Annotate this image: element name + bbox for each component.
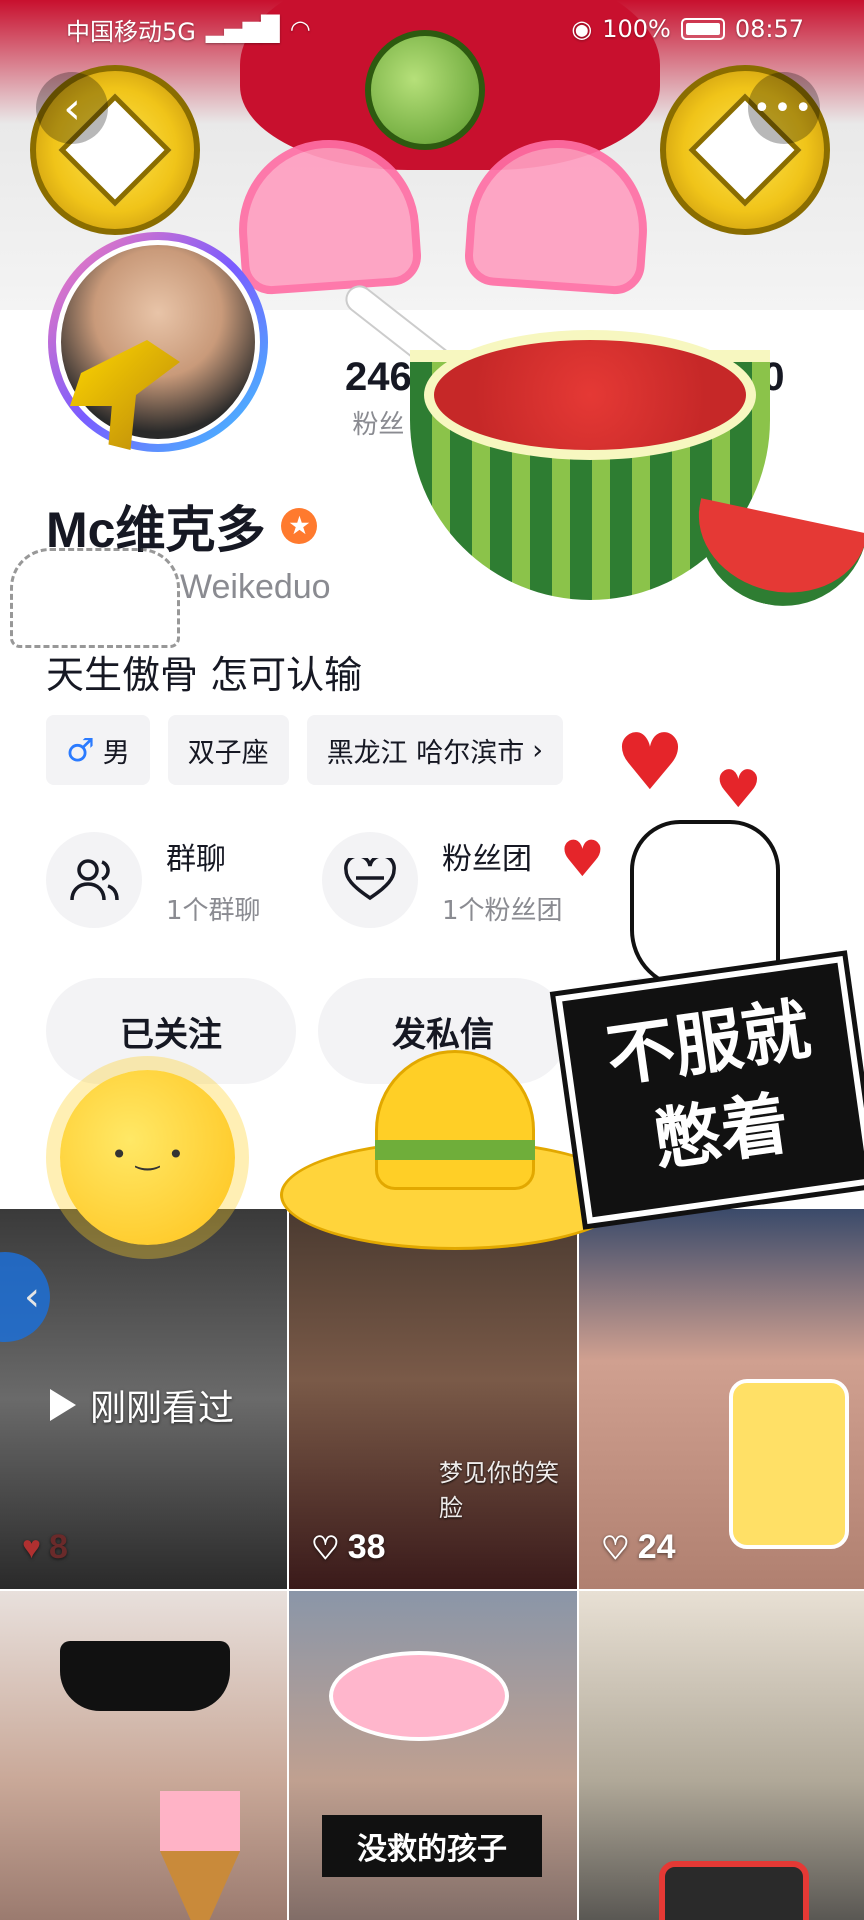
chevron-right-icon: › [532, 734, 544, 766]
tag-location-label: 黑龙江 哈尔滨市 [326, 737, 525, 769]
video-grid: 刚刚看过 ♥ 8 梦见你的笑脸 ♡ 38 ♡ 24 [0, 1209, 864, 1920]
profile-bio: 天生傲骨 怎可认输 [46, 653, 363, 697]
group-chat-title: 群聊 [166, 841, 226, 877]
group-chat-entry[interactable]: 群聊 1个群聊 [46, 832, 261, 928]
slogan-sticker: 不服就憋着 [555, 955, 864, 1225]
video-caption: 梦见你的笑脸 [439, 1459, 559, 1522]
more-dots-icon: ••• [752, 90, 816, 126]
video-likes: ♥ 8 [22, 1528, 68, 1567]
heart-outline-icon: ♡ [601, 1529, 630, 1566]
video-tile[interactable] [0, 1591, 287, 1920]
sun-sticker: • ‿ • [60, 1070, 235, 1245]
wifi-icon: ◠ [289, 15, 311, 43]
flamingo-float-sticker [329, 1651, 509, 1741]
video-tile[interactable]: 刚刚看过 ♥ 8 [0, 1209, 287, 1589]
sunglasses-sticker [60, 1641, 230, 1711]
heart-icon: ♥ [22, 1529, 41, 1565]
game-console-sticker [659, 1861, 809, 1920]
followed-button[interactable]: 已关注 [46, 978, 296, 1084]
clock: 08:57 [734, 15, 804, 43]
stat-fans-value: 246 [345, 355, 412, 399]
avatar[interactable] [48, 232, 268, 452]
status-bar: 中国移动5G ▂▄▆█ ◠ ◉ 100% 08:57 [0, 0, 864, 58]
heart-outline-icon: ♡ [311, 1529, 340, 1566]
just-viewed-label: 刚刚看过 [90, 1388, 235, 1429]
avatar-photo [56, 240, 260, 444]
lemonade-sticker [729, 1379, 849, 1549]
tag-gender: ♂ 男 [46, 715, 150, 785]
group-users-icon [46, 832, 142, 928]
verified-badge-icon[interactable]: ★ [281, 508, 318, 544]
heart-sticker-3: ♥ [560, 830, 605, 888]
eye-icon: ◉ [571, 15, 593, 43]
tag-zodiac: 双子座 [167, 715, 289, 785]
fan-club-heart-icon [322, 832, 418, 928]
stat-fans[interactable]: 246 粉丝 [345, 355, 412, 441]
stat-fans-label: 粉丝 [352, 410, 405, 440]
battery-icon [680, 18, 725, 40]
pool-caption-sticker: 没救的孩子 [322, 1815, 542, 1877]
video-likes-count: 38 [347, 1528, 386, 1566]
finger-heart-sticker [630, 820, 780, 990]
tag-location[interactable]: 黑龙江 哈尔滨市 › [306, 715, 564, 785]
group-chat-count: 1个群聊 [166, 895, 261, 926]
back-button[interactable]: ‹ [36, 72, 108, 144]
profile-handle: Weikeduo [180, 568, 331, 606]
battery-percent: 100% [602, 15, 671, 43]
chevron-left-icon: ‹ [24, 1274, 40, 1320]
video-likes-count: 8 [49, 1528, 68, 1566]
play-icon [50, 1389, 76, 1421]
heart-sticker-1: ♥ [615, 718, 685, 808]
chevron-left-icon: ‹ [63, 82, 81, 134]
carrier-text: 中国移动5G [66, 17, 196, 46]
profile-tags: ♂ 男 双子座 黑龙江 哈尔滨市 › [46, 715, 564, 785]
video-likes: ♡ 24 [601, 1528, 676, 1567]
heart-glasses-sticker [232, 133, 658, 297]
fan-club-title: 粉丝团 [442, 841, 532, 877]
just-viewed-overlay: 刚刚看过 [50, 1379, 234, 1431]
video-likes-count: 24 [637, 1528, 676, 1566]
clapping-hands-sticker [10, 548, 180, 648]
signal-icon: ▂▄▆█ [205, 15, 280, 43]
tag-zodiac-label: 双子座 [187, 737, 269, 769]
male-icon: ♂ [66, 731, 95, 769]
fan-club-entry[interactable]: 粉丝团 1个粉丝团 [322, 832, 563, 928]
video-likes: ♡ 38 [311, 1528, 386, 1567]
more-button[interactable]: ••• [748, 72, 820, 144]
video-tile[interactable] [579, 1591, 864, 1920]
fan-club-count: 1个粉丝团 [442, 895, 563, 926]
heart-sticker-2: ♥ [715, 760, 762, 820]
ice-cream-sticker [160, 1791, 240, 1920]
tag-gender-label: 男 [102, 737, 130, 769]
